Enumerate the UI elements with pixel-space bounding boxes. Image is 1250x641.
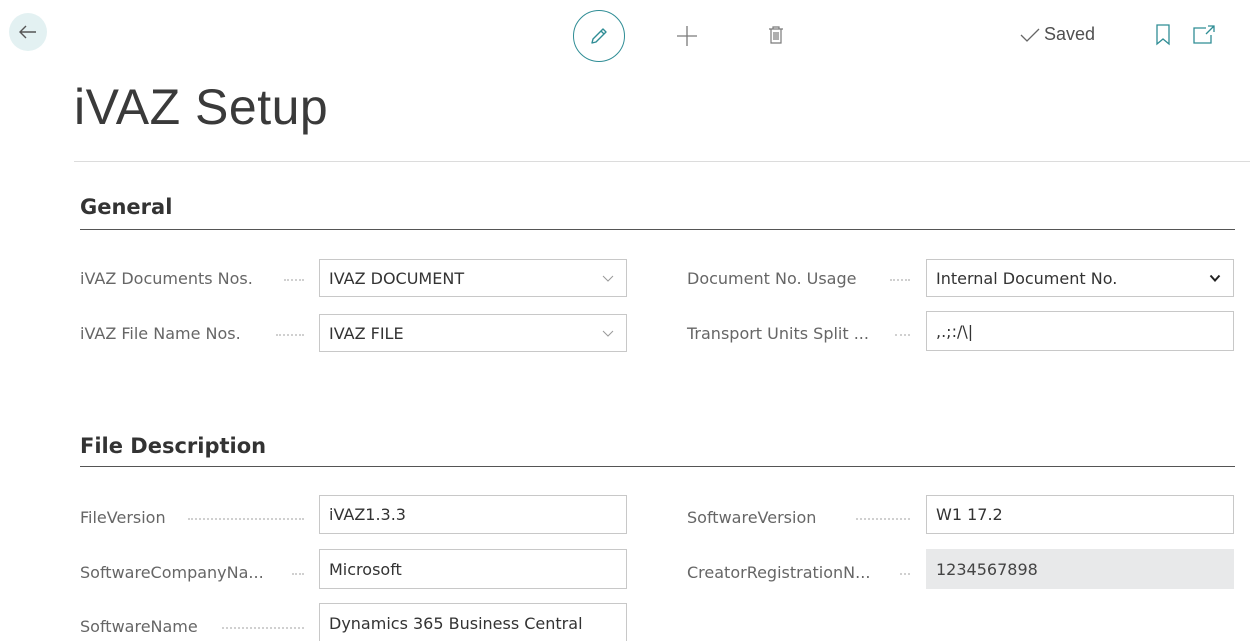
transport-units-split-field[interactable]: ,.;:/\| <box>926 311 1234 351</box>
documents-nos-value: IVAZ DOCUMENT <box>329 268 465 288</box>
bookmark-icon <box>1156 24 1170 46</box>
creator-registration-no-field: 1234567898 <box>926 549 1234 589</box>
leader-dots <box>284 279 304 283</box>
software-name-value: Dynamics 365 Business Central <box>329 613 583 633</box>
transport-units-split-label: Transport Units Split ... <box>687 324 869 343</box>
leader-dots <box>222 627 304 631</box>
file-name-nos-field[interactable]: IVAZ FILE <box>319 314 627 352</box>
section-divider-file-description <box>80 466 1235 467</box>
software-version-field[interactable]: W1 17.2 <box>926 495 1234 534</box>
open-in-new-window-icon <box>1193 25 1215 44</box>
file-version-field[interactable]: iVAZ1.3.3 <box>319 495 627 534</box>
open-in-new-window-button[interactable] <box>1192 25 1218 47</box>
back-button[interactable] <box>9 13 47 51</box>
title-divider <box>74 161 1250 162</box>
creator-registration-no-value: 1234567898 <box>936 559 1038 579</box>
file-version-value: iVAZ1.3.3 <box>329 505 406 524</box>
bookmark-button[interactable] <box>1154 24 1172 46</box>
leader-dots <box>900 573 910 577</box>
section-title-general[interactable]: General <box>80 195 172 219</box>
file-name-nos-value: IVAZ FILE <box>329 323 404 343</box>
software-company-name-field[interactable]: Microsoft <box>319 549 627 589</box>
section-divider-general <box>80 229 1235 230</box>
leader-dots <box>276 334 304 338</box>
transport-units-split-value: ,.;:/\| <box>936 321 974 341</box>
leader-dots <box>188 518 304 522</box>
section-title-file-description[interactable]: File Description <box>80 434 266 458</box>
chevron-down-icon[interactable] <box>602 272 614 284</box>
chevron-down-icon[interactable] <box>1209 272 1221 284</box>
document-no-usage-value: Internal Document No. <box>936 268 1118 288</box>
checkmark-icon <box>1020 28 1040 42</box>
software-company-name-value: Microsoft <box>329 559 402 579</box>
edit-button[interactable] <box>573 10 625 62</box>
page-title: iVAZ Setup <box>74 79 329 135</box>
trash-icon <box>769 26 783 44</box>
pencil-icon <box>591 28 607 44</box>
plus-icon <box>677 26 697 46</box>
new-button[interactable] <box>673 22 701 50</box>
delete-button[interactable] <box>764 22 788 48</box>
saved-label: Saved <box>1044 24 1096 44</box>
document-no-usage-label: Document No. Usage <box>687 269 857 288</box>
document-no-usage-select[interactable]: Internal Document No. <box>926 259 1234 297</box>
chevron-down-icon[interactable] <box>602 327 614 339</box>
software-name-label: SoftwareName <box>80 617 198 636</box>
software-company-name-label: SoftwareCompanyNa... <box>80 563 264 582</box>
leader-dots <box>856 518 910 522</box>
documents-nos-label: iVAZ Documents Nos. <box>80 269 253 288</box>
leader-dots <box>890 279 910 283</box>
documents-nos-field[interactable]: IVAZ DOCUMENT <box>319 259 627 297</box>
arrow-left-icon <box>19 25 36 39</box>
software-version-label: SoftwareVersion <box>687 508 817 527</box>
leader-dots <box>292 573 304 577</box>
file-name-nos-label: iVAZ File Name Nos. <box>80 324 241 343</box>
leader-dots <box>895 334 910 338</box>
software-name-field[interactable]: Dynamics 365 Business Central <box>319 603 627 641</box>
page: Saved iVAZ Setup General iVAZ Documents … <box>0 0 1250 641</box>
software-version-value: W1 17.2 <box>936 505 1003 524</box>
file-version-label: FileVersion <box>80 508 166 527</box>
creator-registration-no-label: CreatorRegistrationN... <box>687 563 871 582</box>
saved-status: Saved <box>1020 24 1095 45</box>
